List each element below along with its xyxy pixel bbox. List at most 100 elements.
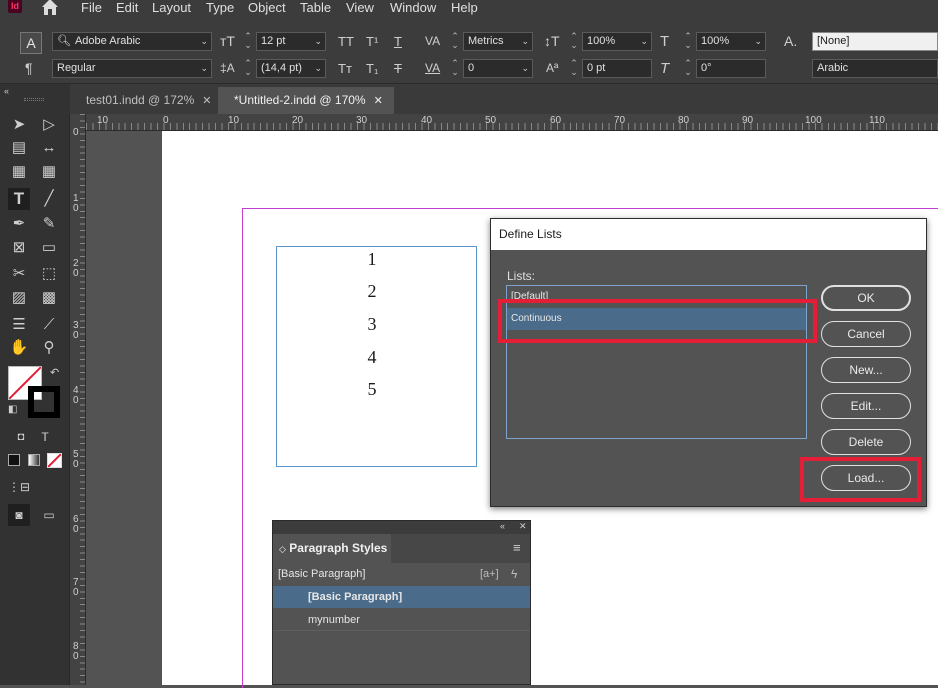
content-placer-icon[interactable]: ▦: [38, 161, 60, 183]
lists-label: Lists:: [507, 269, 536, 283]
free-transform-tool-icon[interactable]: ⬚: [38, 263, 60, 285]
leading-stepper[interactable]: ⌃ ⌄: [242, 59, 254, 78]
list-number: 1: [367, 249, 377, 269]
menu-type[interactable]: Type: [206, 0, 234, 17]
stroke-swatch[interactable]: [28, 386, 60, 418]
default-fill-stroke-icon[interactable]: ◧: [8, 404, 17, 415]
delete-button[interactable]: Delete: [821, 429, 911, 455]
baseline-shift-stepper[interactable]: ⌃ ⌄: [568, 59, 580, 78]
menu-edit[interactable]: Edit: [116, 0, 138, 17]
kerning-stepper[interactable]: ⌃ ⌄: [449, 32, 461, 51]
menu-window[interactable]: Window: [390, 0, 436, 17]
strikethrough-icon[interactable]: T: [394, 59, 402, 78]
tab-untitled-2[interactable]: *Untitled-2.indd @ 170% ✕: [218, 87, 394, 114]
subscript-icon[interactable]: T₁: [366, 59, 378, 78]
apply-gradient-icon[interactable]: [28, 454, 40, 466]
language-field[interactable]: Arabic: [812, 59, 938, 78]
home-icon[interactable]: [40, 0, 60, 16]
panel-menu-icon[interactable]: ≡: [513, 540, 521, 555]
tab-test01[interactable]: test01.indd @ 172% ✕: [70, 87, 218, 114]
swap-fill-stroke-icon[interactable]: ↶: [50, 366, 59, 379]
kerning-field[interactable]: Metrics ⌄: [463, 32, 533, 51]
list-number: 5: [367, 379, 377, 399]
close-icon[interactable]: ✕: [519, 521, 527, 532]
font-style-field[interactable]: Regular ⌄: [52, 59, 212, 78]
character-style-field[interactable]: [None]: [812, 32, 938, 51]
font-size-field[interactable]: 12 pt ⌄: [256, 32, 326, 51]
small-caps-icon[interactable]: Tт: [338, 59, 352, 78]
menu-table[interactable]: Table: [300, 0, 331, 17]
collapse-panel-icon[interactable]: «: [4, 86, 9, 96]
horizontal-scale-stepper[interactable]: ⌃ ⌄: [682, 32, 694, 51]
gradient-swatch-tool-icon[interactable]: ▨: [8, 287, 30, 309]
menu-help[interactable]: Help: [451, 0, 478, 17]
character-formatting-icon[interactable]: A: [20, 32, 42, 54]
view-mode-icon[interactable]: ◙: [8, 504, 30, 526]
menu-file[interactable]: File: [81, 0, 102, 17]
font-family-field[interactable]: 🔍︎ Adobe Arabic ⌄: [52, 32, 212, 51]
text-frame[interactable]: 1 2 3 4 5: [276, 246, 477, 467]
eyedropper-tool-icon[interactable]: ⟋: [38, 314, 60, 336]
horizontal-ruler[interactable]: 10 0 10 20 30 40 50 60 70 80 90 100 110: [86, 114, 938, 131]
menu-layout[interactable]: Layout: [152, 0, 191, 17]
skew-field[interactable]: 0°: [696, 59, 766, 78]
menu-object[interactable]: Object: [248, 0, 286, 17]
ok-button[interactable]: OK: [821, 285, 911, 311]
content-collector-icon[interactable]: ▦: [8, 161, 30, 183]
formatting-text-icon[interactable]: T: [34, 426, 56, 448]
new-button[interactable]: New...: [821, 357, 911, 383]
baseline-shift-field[interactable]: 0 pt: [582, 59, 652, 78]
skew-stepper[interactable]: ⌃ ⌄: [682, 59, 694, 78]
direct-selection-tool-icon[interactable]: ▷: [38, 114, 60, 136]
none-icon: [47, 453, 62, 468]
scissors-tool-icon[interactable]: ✂: [8, 263, 30, 285]
selection-tool-icon[interactable]: ➤: [8, 114, 30, 136]
note-tool-icon[interactable]: ☰: [8, 314, 30, 336]
tracking-stepper[interactable]: ⌃ ⌄: [449, 59, 461, 78]
leading-field[interactable]: (14,4 pt) ⌄: [256, 59, 326, 78]
close-icon[interactable]: ✕: [202, 95, 211, 107]
collapse-panel-icon[interactable]: «: [500, 521, 505, 531]
chevron-down-icon: ⌄: [640, 36, 648, 46]
line-tool-icon[interactable]: ╱: [38, 188, 60, 210]
apply-color-icon[interactable]: [8, 454, 20, 466]
grip-icon[interactable]: [24, 98, 44, 101]
pencil-tool-icon[interactable]: ✎: [38, 213, 60, 235]
zoom-tool-icon[interactable]: ⚲: [38, 337, 60, 359]
tracking-field[interactable]: 0 ⌄: [463, 59, 533, 78]
vertical-scale-stepper[interactable]: ⌃ ⌄: [568, 32, 580, 51]
page-tool-icon[interactable]: ▤: [8, 137, 30, 159]
vertical-scale-field[interactable]: 100% ⌄: [582, 32, 652, 51]
paragraph-styles-panel: « ✕ ◇ Paragraph Styles ≡ [Basic Paragrap…: [272, 520, 531, 685]
horizontal-scale-field[interactable]: 100% ⌄: [696, 32, 766, 51]
cancel-button[interactable]: Cancel: [821, 321, 911, 347]
apply-none-icon[interactable]: [47, 453, 62, 468]
tab-paragraph-styles[interactable]: ◇ Paragraph Styles: [273, 534, 391, 563]
underline-icon[interactable]: T: [394, 32, 402, 51]
all-caps-icon[interactable]: TT: [338, 32, 354, 51]
edit-button[interactable]: Edit...: [821, 393, 911, 419]
style-item-mynumber[interactable]: mynumber: [273, 609, 530, 631]
type-tool-icon[interactable]: T: [8, 188, 30, 210]
pen-tool-icon[interactable]: ✒: [8, 213, 30, 235]
vertical-ruler[interactable]: 0 10 20 30 40 50 60 70 80: [70, 114, 86, 685]
gap-tool-icon[interactable]: ↔: [38, 137, 60, 159]
formatting-container-icon[interactable]: ◘: [10, 426, 32, 448]
lightning-icon[interactable]: ϟ: [511, 563, 517, 585]
gradient-feather-tool-icon[interactable]: ▩: [38, 287, 60, 309]
new-style-from-selection-icon[interactable]: [a+]: [480, 563, 499, 585]
close-icon[interactable]: ✕: [374, 95, 383, 107]
rectangle-frame-tool-icon[interactable]: ⊠: [8, 237, 30, 259]
screen-mode-icon[interactable]: ⋮⊟: [8, 476, 30, 498]
chevron-down-icon: ⌄: [521, 63, 529, 73]
superscript-icon[interactable]: T¹: [366, 32, 378, 51]
presentation-mode-icon[interactable]: ▭: [38, 504, 60, 526]
ruler-ticks: [86, 123, 938, 130]
rectangle-tool-icon[interactable]: ▭: [38, 237, 60, 259]
style-item-basic-paragraph[interactable]: [Basic Paragraph]: [273, 586, 530, 608]
hand-tool-icon[interactable]: ✋: [8, 337, 30, 359]
toolbar-header: «: [0, 84, 70, 114]
paragraph-formatting-icon[interactable]: ¶: [25, 59, 33, 78]
font-size-stepper[interactable]: ⌃ ⌄: [242, 32, 254, 51]
menu-view[interactable]: View: [346, 0, 374, 17]
